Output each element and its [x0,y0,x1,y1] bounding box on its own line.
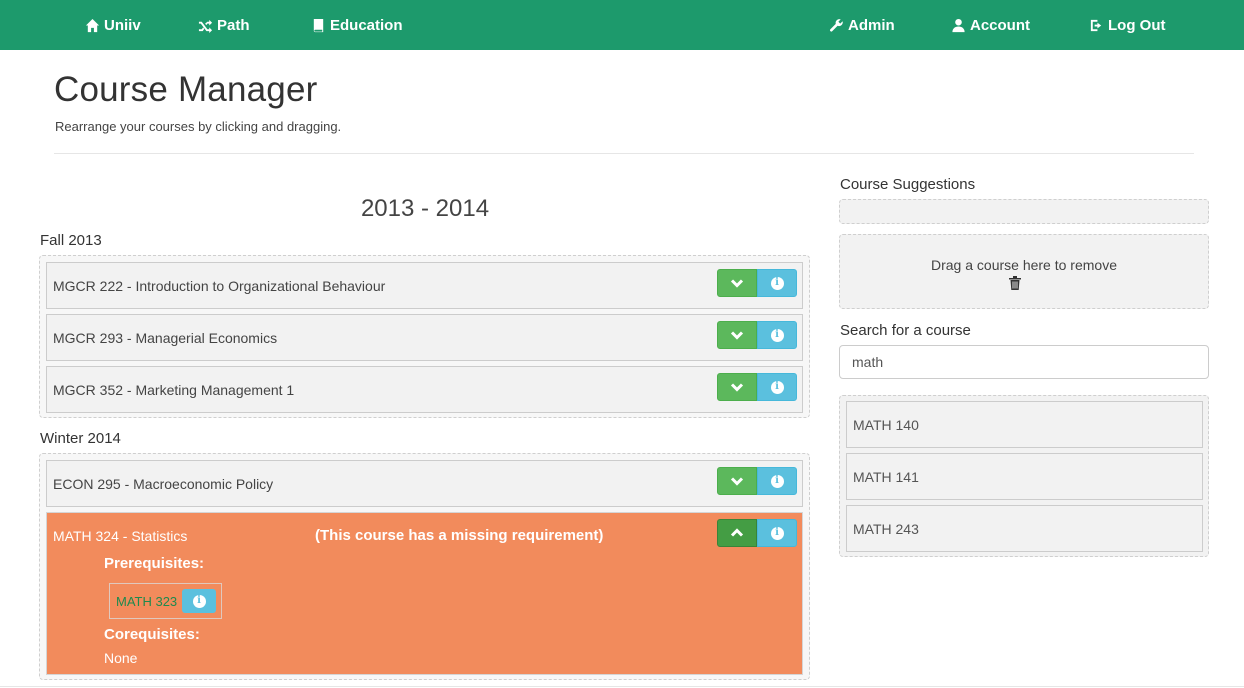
course-label: MATH 324 - Statistics [53,527,188,544]
expand-button[interactable] [717,321,757,349]
footer-divider [0,686,1244,687]
info-button[interactable]: i [757,467,797,495]
top-navbar: Uniiv Path Education Admin Account Log O… [0,0,1244,50]
nav-admin-label: Admin [848,16,895,34]
info-button[interactable]: i [757,269,797,297]
course-label: MGCR 293 - Managerial Economics [53,329,278,346]
header-divider [54,153,1194,154]
chevron-down-icon [730,383,744,392]
chevron-down-icon [730,279,744,288]
info-icon: i [770,526,784,540]
nav-path-label: Path [217,16,250,34]
term-title-fall-2013: Fall 2013 [40,232,102,249]
info-icon: i [770,380,784,394]
course-label: ECON 295 - Macroeconomic Policy [53,475,274,492]
remove-zone-text: Drag a course here to remove [931,257,1117,273]
prerequisite-chip[interactable]: MATH 323 i [109,583,222,619]
corequisites-value: None [104,650,138,666]
prerequisites-heading: Prerequisites: [104,555,205,572]
academic-year-title: 2013 - 2014 [360,195,490,222]
page-title: Course Manager [54,70,318,109]
nav-admin[interactable]: Admin [828,0,895,50]
info-button[interactable]: i [757,373,797,401]
nav-education-label: Education [330,16,403,34]
user-icon [950,17,966,33]
course-row[interactable]: ECON 295 - Macroeconomic Policy i [46,460,803,507]
info-icon: i [770,474,784,488]
course-row-missing-requirement[interactable]: MATH 324 - Statistics (This course has a… [46,512,803,675]
trash-icon [1009,276,1021,290]
expand-button[interactable] [717,467,757,495]
nav-account[interactable]: Account [950,0,1030,50]
info-button[interactable]: i [757,519,797,547]
term-dropzone-fall-2013[interactable]: MGCR 222 - Introduction to Organizationa… [39,255,810,418]
search-result-item[interactable]: MATH 140 [846,401,1203,448]
info-icon: i [770,276,784,290]
prerequisite-label: MATH 323 [116,593,178,609]
nav-account-label: Account [970,16,1030,34]
course-suggestions-zone [839,199,1209,224]
course-actions: i [717,321,797,349]
page-subtitle: Rearrange your courses by clicking and d… [55,119,342,134]
info-icon: i [770,328,784,342]
chevron-down-icon [730,331,744,340]
book-icon [310,17,326,33]
course-label: MGCR 222 - Introduction to Organizationa… [53,277,386,294]
nav-path[interactable]: Path [197,0,250,50]
term-title-winter-2014: Winter 2014 [40,430,121,447]
info-icon: i [192,594,206,608]
missing-requirement-warning: (This course has a missing requirement) [315,527,604,544]
expand-button[interactable] [717,373,757,401]
course-suggestions-heading: Course Suggestions [840,176,976,193]
home-icon [84,17,100,33]
expand-button[interactable] [717,269,757,297]
term-dropzone-winter-2014[interactable]: ECON 295 - Macroeconomic Policy i MATH 3… [39,453,810,680]
course-actions: i [717,519,797,547]
course-search-input[interactable] [839,345,1209,379]
wrench-icon [828,17,844,33]
chevron-down-icon [730,477,744,486]
nav-logout-label: Log Out [1108,16,1166,34]
chevron-up-icon [730,528,744,537]
course-actions: i [717,269,797,297]
remove-course-dropzone[interactable]: Drag a course here to remove [839,234,1209,309]
search-results-list: MATH 140 MATH 141 MATH 243 [839,395,1209,557]
collapse-button[interactable] [717,519,757,547]
nav-uniiv[interactable]: Uniiv [84,0,141,50]
search-result-item[interactable]: MATH 243 [846,505,1203,552]
corequisites-heading: Corequisites: [104,626,200,643]
course-row[interactable]: MGCR 222 - Introduction to Organizationa… [46,262,803,309]
info-button[interactable]: i [757,321,797,349]
search-course-heading: Search for a course [840,322,971,339]
prerequisite-info-button[interactable]: i [182,589,216,613]
nav-uniiv-label: Uniiv [104,16,141,34]
log-out-icon [1088,17,1104,33]
course-actions: i [717,467,797,495]
shuffle-icon [197,17,213,33]
course-row[interactable]: MGCR 293 - Managerial Economics i [46,314,803,361]
course-label: MGCR 352 - Marketing Management 1 [53,381,295,398]
search-result-item[interactable]: MATH 141 [846,453,1203,500]
nav-education[interactable]: Education [310,0,403,50]
nav-logout[interactable]: Log Out [1088,0,1165,50]
course-row[interactable]: MGCR 352 - Marketing Management 1 i [46,366,803,413]
course-actions: i [717,373,797,401]
